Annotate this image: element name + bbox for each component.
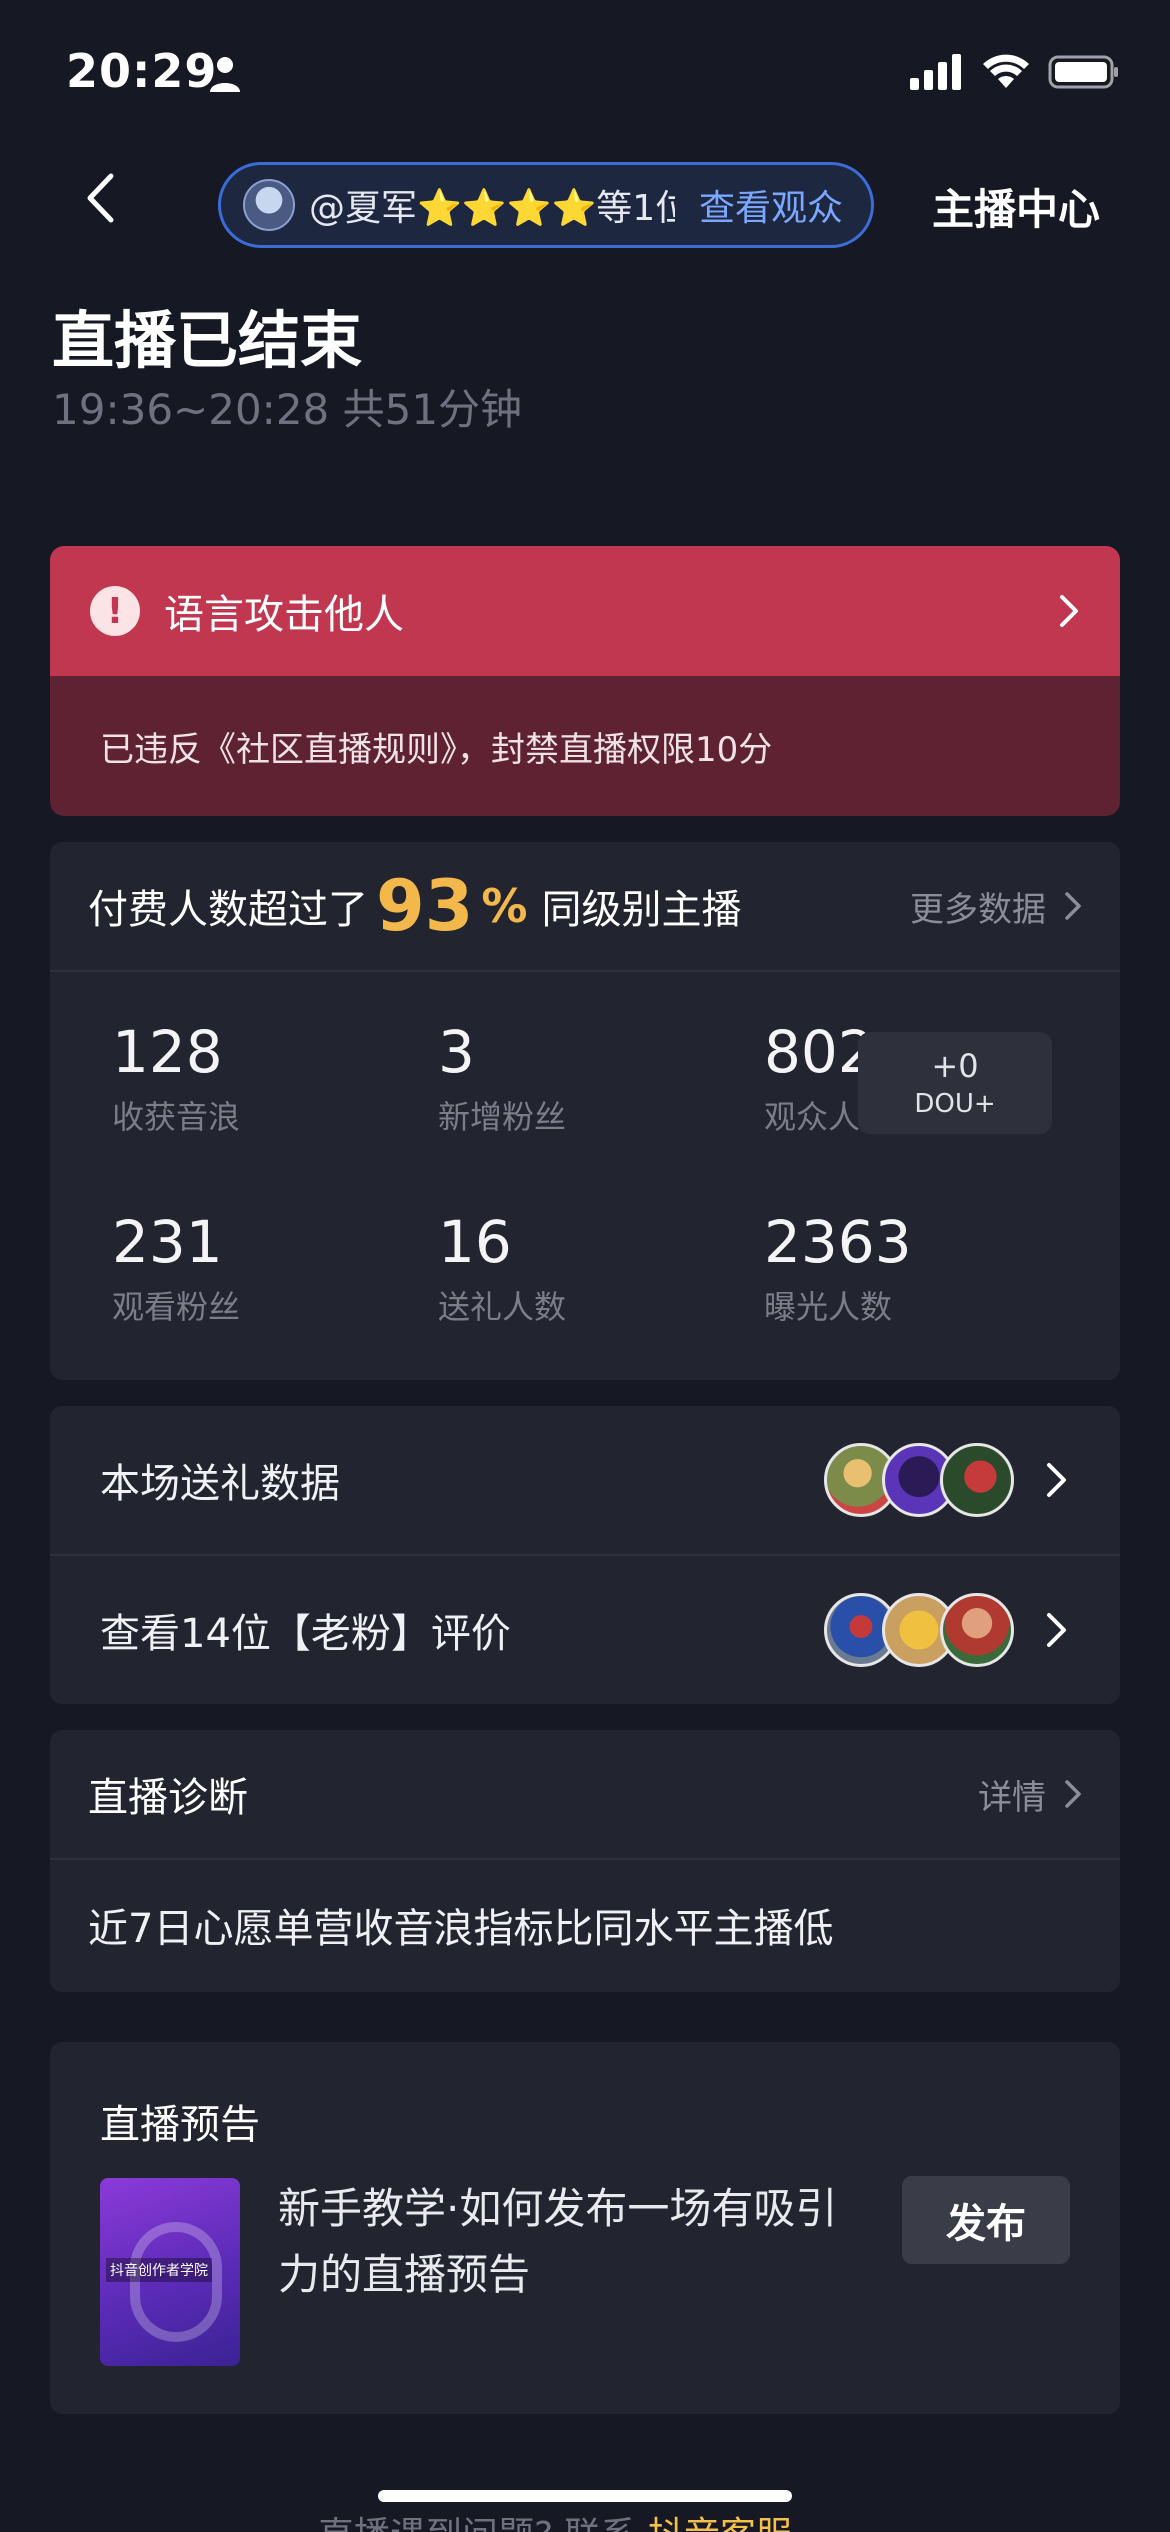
audience-pill[interactable]: @夏军⭐⭐⭐⭐等1位 查看观众 <box>218 162 874 248</box>
gift-data-label: 本场送礼数据 <box>100 1461 340 1507</box>
avatar <box>940 1593 1014 1667</box>
stat-new-fans: 3 新增粉丝 <box>438 1018 566 1138</box>
old-fans-review-row[interactable]: 查看14位【老粉】评价 <box>50 1556 1120 1704</box>
stat-label: 曝光人数 <box>764 1288 893 1326</box>
view-audience-link[interactable]: 查看观众 <box>699 179 843 231</box>
detail-label: 详情 <box>978 1777 1046 1818</box>
thumbnail-graphic <box>130 2222 222 2342</box>
diagnosis-detail-link[interactable]: 详情 <box>978 1770 1082 1819</box>
avatar <box>940 1443 1014 1517</box>
chevron-right-icon <box>1047 1463 1066 1497</box>
stat-value: 231 <box>112 1208 223 1276</box>
chevron-right-icon <box>1065 892 1081 920</box>
chevron-left-icon <box>87 173 114 223</box>
live-preview-card: 直播预告 抖音创作者学院 新手教学·如何发布一场有吸引力的直播预告 发布 <box>50 2042 1120 2414</box>
publish-button[interactable]: 发布 <box>902 2176 1070 2264</box>
stat-value: 2363 <box>764 1208 912 1276</box>
stats-header: 付费人数超过了 93 % 同级别主播 更多数据 <box>50 842 1120 972</box>
wifi-icon <box>983 54 1029 88</box>
stat-label: 送礼人数 <box>438 1288 567 1326</box>
page-title: 直播已结束 <box>52 304 363 377</box>
stat-value: 128 <box>112 1018 223 1086</box>
battery-icon <box>1048 55 1118 89</box>
stat-value: 3 <box>438 1018 475 1086</box>
violation-title: 语言攻击他人 <box>164 592 404 638</box>
paying-percentile: 93 <box>376 865 474 947</box>
chevron-right-icon <box>1060 595 1078 627</box>
chevron-right-icon <box>1065 1780 1081 1808</box>
support-footer: 直播遇到问题? 联系 抖音客服 <box>318 2506 792 2532</box>
avatar <box>243 179 295 231</box>
warning-icon: ! <box>90 586 140 636</box>
stat-label: 收获音浪 <box>112 1098 241 1136</box>
signal-icon <box>910 54 961 90</box>
support-text: 直播遇到问题? 联系 <box>318 2515 637 2532</box>
status-indicators <box>910 54 1120 90</box>
preview-tutorial-text[interactable]: 新手教学·如何发布一场有吸引力的直播预告 <box>278 2176 868 2308</box>
stat-impressions: 2363 曝光人数 <box>764 1208 912 1328</box>
more-data-link[interactable]: 更多数据 <box>910 882 1082 931</box>
preview-thumbnail[interactable]: 抖音创作者学院 <box>100 2178 240 2366</box>
violation-message: 已违反《社区直播规则》，封禁直播权限10分 <box>50 676 1120 816</box>
stats-header-suffix: 同级别主播 <box>541 887 742 933</box>
stat-label: 观看粉丝 <box>112 1288 241 1326</box>
diagnosis-header[interactable]: 直播诊断 详情 <box>50 1730 1120 1860</box>
gift-data-row[interactable]: 本场送礼数据 <box>50 1406 1120 1554</box>
person-icon <box>210 57 240 92</box>
stat-watching-fans: 231 观看粉丝 <box>112 1208 240 1328</box>
dou-amount: +0 <box>931 1047 979 1085</box>
preview-section-title: 直播预告 <box>100 2102 260 2148</box>
stat-label: 新增粉丝 <box>438 1098 567 1136</box>
stat-gift-givers: 16 送礼人数 <box>438 1208 566 1328</box>
diagnosis-card: 直播诊断 详情 近7日心愿单营收音浪指标比同水平主播低 <box>50 1730 1120 1992</box>
customer-service-link[interactable]: 抖音客服 <box>648 2515 792 2532</box>
more-data-label: 更多数据 <box>910 889 1046 930</box>
stat-sound-waves: 128 收获音浪 <box>112 1018 240 1138</box>
violation-header[interactable]: ! 语言攻击他人 <box>50 546 1120 676</box>
stat-value: 16 <box>438 1208 512 1276</box>
thumbnail-tag: 抖音创作者学院 <box>106 2258 212 2282</box>
gift-avatars <box>824 1443 1014 1517</box>
stats-header-prefix: 付费人数超过了 <box>88 887 368 933</box>
dou-label: DOU+ <box>914 1089 996 1119</box>
old-fans-review-label: 查看14位【老粉】评价 <box>100 1611 511 1657</box>
percent-sign: % <box>481 879 528 933</box>
live-duration: 19:36~20:28 共51分钟 <box>52 385 523 434</box>
status-time: 20:29 <box>66 44 218 98</box>
diagnosis-message: 近7日心愿单营收音浪指标比同水平主播低 <box>88 1906 834 1952</box>
anchor-center-link[interactable]: 主播中心 <box>932 176 1100 237</box>
violation-card[interactable]: ! 语言攻击他人 已违反《社区直播规则》，封禁直播权限10分 <box>50 546 1120 816</box>
home-indicator[interactable] <box>378 2490 792 2502</box>
top-viewers-text: @夏军⭐⭐⭐⭐等1位 <box>309 188 675 229</box>
back-button[interactable] <box>70 168 130 228</box>
review-avatars <box>824 1593 1014 1667</box>
dou-plus-badge[interactable]: +0 DOU+ <box>858 1032 1052 1134</box>
diagnosis-title: 直播诊断 <box>88 1775 248 1821</box>
chevron-right-icon <box>1047 1613 1066 1647</box>
